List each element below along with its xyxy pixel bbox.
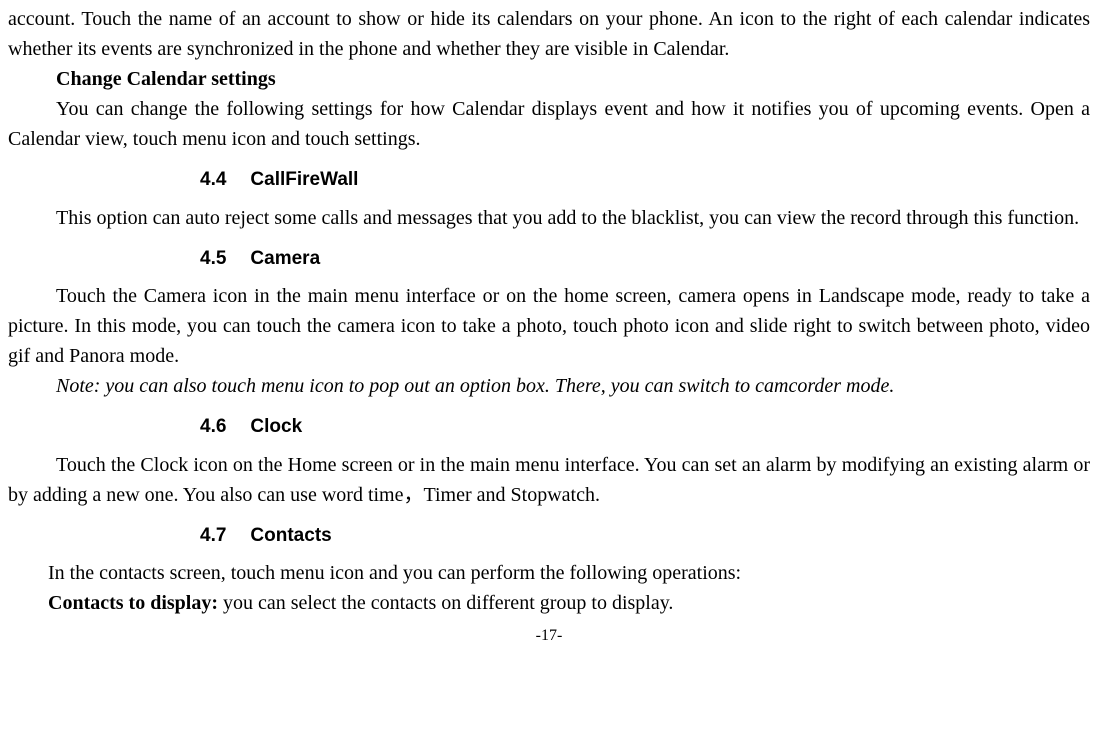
text: Note: you can also touch menu icon to po… [56, 375, 894, 397]
text: Touch the Camera icon in the main menu i… [8, 285, 1090, 367]
intro-paragraph-2: You can change the following settings fo… [8, 94, 1090, 154]
section-4-5-heading: 4.5 Camera [8, 245, 1090, 274]
text: You can change the following settings fo… [8, 98, 1090, 150]
section-4-7-paragraph-2: Contacts to display: you can select the … [8, 588, 1090, 618]
section-number: 4.4 [104, 166, 226, 195]
section-title: Camera [250, 248, 320, 269]
text: -17- [536, 627, 563, 644]
text: account. Touch the name of an account to… [8, 8, 1090, 60]
text: In the contacts screen, touch menu icon … [48, 562, 741, 584]
section-4-7-paragraph-1: In the contacts screen, touch menu icon … [8, 558, 1090, 588]
section-4-6-paragraph: Touch the Clock icon on the Home screen … [8, 450, 1090, 510]
change-calendar-heading: Change Calendar settings [8, 64, 1090, 94]
section-number: 4.5 [104, 245, 226, 274]
section-number: 4.6 [104, 413, 226, 442]
section-title: Contacts [250, 525, 331, 546]
section-number: 4.7 [104, 522, 226, 551]
section-4-4-paragraph: This option can auto reject some calls a… [8, 203, 1090, 233]
section-4-7-heading: 4.7 Contacts [8, 522, 1090, 551]
intro-paragraph-1: account. Touch the name of an account to… [8, 4, 1090, 64]
contacts-to-display-text: you can select the contacts on different… [218, 592, 673, 614]
section-title: CallFireWall [250, 169, 358, 190]
section-4-5-paragraph: Touch the Camera icon in the main menu i… [8, 281, 1090, 371]
page-number: -17- [8, 624, 1090, 648]
text: Touch the Clock icon on the Home screen … [8, 454, 1090, 506]
section-4-4-heading: 4.4 CallFireWall [8, 166, 1090, 195]
contacts-to-display-label: Contacts to display: [48, 592, 218, 614]
section-title: Clock [250, 416, 302, 437]
section-4-5-note: Note: you can also touch menu icon to po… [8, 371, 1090, 401]
text: Change Calendar settings [56, 68, 276, 90]
section-4-6-heading: 4.6 Clock [8, 413, 1090, 442]
text: This option can auto reject some calls a… [56, 207, 1079, 229]
